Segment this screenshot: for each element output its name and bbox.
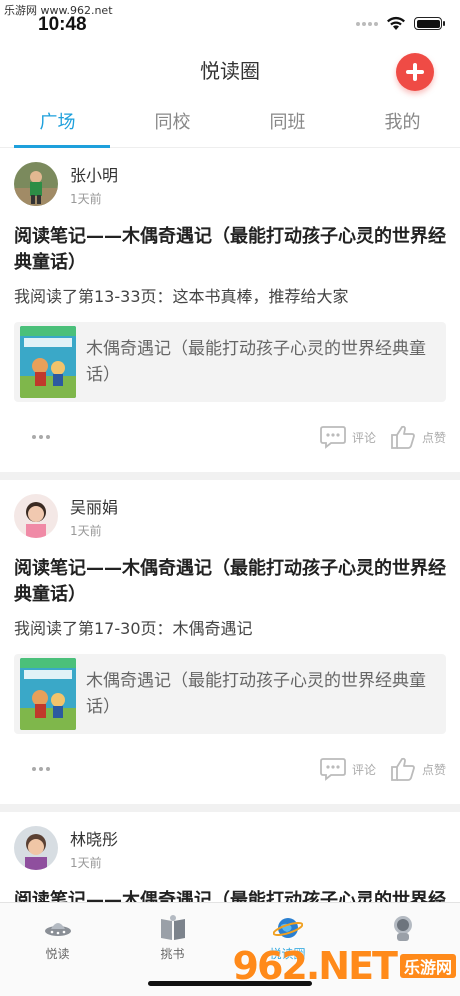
tabbar-item-read[interactable]: 悦读 [0, 903, 115, 996]
like-button[interactable]: 点赞 [390, 756, 446, 782]
user-name[interactable]: 林晓彤 [70, 826, 118, 850]
post-time: 1天前 [70, 191, 102, 206]
book-card[interactable]: 木偶奇遇记（最能打动孩子心灵的世界经典童话） [14, 322, 446, 402]
watermark-logo-sub: 乐游网 [399, 954, 456, 978]
avatar[interactable] [14, 826, 58, 870]
feed-tabs: 广场 同校 同班 我的 [0, 100, 460, 148]
comment-icon [320, 758, 346, 781]
post-header: 林晓彤 1天前 [14, 812, 446, 874]
comment-button[interactable]: 评论 [320, 425, 376, 449]
watermark-text: 乐游网 www.962.net [4, 4, 113, 17]
post-divider [0, 472, 460, 480]
tab-square[interactable]: 广场 [0, 100, 115, 147]
like-label: 点赞 [421, 430, 446, 445]
user-name[interactable]: 吴丽娟 [70, 494, 118, 518]
comment-icon [320, 426, 346, 449]
thumbs-up-icon [391, 757, 415, 781]
post-time: 1天前 [70, 523, 102, 538]
avatar[interactable] [14, 162, 58, 206]
post-actions: 评论 点赞 [14, 734, 446, 804]
ufo-icon [44, 923, 71, 936]
post-title[interactable]: 阅读笔记——木偶奇遇记（最能打动孩子心灵的世界经典童话） [14, 224, 446, 276]
post-card: 张小明 1天前 阅读笔记——木偶奇遇记（最能打动孩子心灵的世界经典童话） 我阅读… [0, 148, 460, 472]
post-body: 我阅读了第13-33页：这本书真棒，推荐给大家 [14, 287, 349, 306]
more-icon[interactable] [32, 435, 50, 439]
post-header: 张小明 1天前 [14, 148, 446, 210]
page-title: 悦读圈 [200, 58, 260, 83]
add-post-button[interactable] [396, 53, 434, 91]
astronaut-icon [393, 916, 412, 941]
watermark-logo: 962.NET 乐游网 [233, 944, 456, 988]
battery-icon [414, 17, 445, 30]
comment-button[interactable]: 评论 [320, 757, 376, 781]
tab-school[interactable]: 同校 [115, 100, 230, 147]
tabbar-label: 挑书 [160, 947, 185, 961]
post-time: 1天前 [70, 855, 102, 870]
avatar[interactable] [14, 494, 58, 538]
tabbar-label: 悦读 [45, 947, 70, 961]
book-title: 木偶奇遇记（最能打动孩子心灵的世界经典童话） [86, 339, 426, 385]
book-card[interactable]: 木偶奇遇记（最能打动孩子心灵的世界经典童话） [14, 654, 446, 734]
thumbs-up-icon [391, 425, 415, 449]
post-divider [0, 804, 460, 812]
feed-list: 张小明 1天前 阅读笔记——木偶奇遇记（最能打动孩子心灵的世界经典童话） 我阅读… [0, 148, 460, 940]
more-icon[interactable] [32, 767, 50, 771]
post-actions: 评论 点赞 [14, 402, 446, 472]
post-title[interactable]: 阅读笔记——木偶奇遇记（最能打动孩子心灵的世界经典童话） [14, 556, 446, 608]
book-cover [20, 658, 76, 730]
comment-label: 评论 [351, 430, 376, 445]
post-card: 吴丽娟 1天前 阅读笔记——木偶奇遇记（最能打动孩子心灵的世界经典童话） 我阅读… [0, 480, 460, 804]
book-cover [20, 326, 76, 398]
post-header: 吴丽娟 1天前 [14, 480, 446, 542]
book-title: 木偶奇遇记（最能打动孩子心灵的世界经典童话） [86, 671, 426, 717]
book-icon [160, 915, 185, 940]
watermark-logo-text: 962.NET [232, 944, 398, 988]
status-icons [356, 16, 445, 31]
like-button[interactable]: 点赞 [390, 424, 446, 450]
signal-icon [356, 21, 378, 26]
comment-label: 评论 [351, 762, 376, 777]
user-name[interactable]: 张小明 [70, 162, 118, 186]
like-label: 点赞 [421, 762, 446, 777]
post-body: 我阅读了第17-30页：木偶奇遇记 [14, 619, 253, 638]
nav-bar: 悦读圈 [0, 38, 460, 100]
tab-mine[interactable]: 我的 [345, 100, 460, 147]
tab-class[interactable]: 同班 [230, 100, 345, 147]
planet-icon [272, 918, 303, 938]
wifi-icon [387, 16, 405, 30]
